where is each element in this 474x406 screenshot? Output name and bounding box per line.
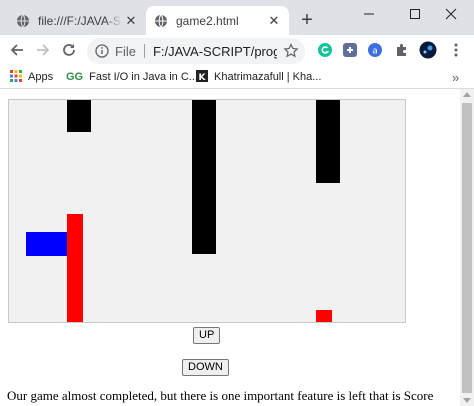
grammarly-icon[interactable] bbox=[316, 41, 334, 59]
puzzle-ext-icon[interactable] bbox=[341, 41, 359, 59]
svg-text:a: a bbox=[372, 47, 378, 57]
menu-kebab-icon[interactable] bbox=[447, 41, 465, 59]
game-canvas bbox=[8, 99, 406, 323]
star-icon[interactable] bbox=[283, 43, 299, 59]
bookmarks-overflow-icon[interactable]: » bbox=[452, 69, 459, 85]
bookmark-fast-io[interactable]: GG Fast I/O in Java in C... bbox=[66, 69, 198, 85]
scheme-label: File bbox=[115, 43, 136, 59]
obstacle-top-3 bbox=[316, 100, 340, 183]
apps-grid-icon bbox=[10, 69, 22, 85]
k-icon: K bbox=[196, 69, 208, 85]
obstacle-top-2 bbox=[192, 100, 216, 254]
close-tab-icon[interactable]: ✕ bbox=[122, 12, 140, 30]
plus-icon[interactable]: + bbox=[296, 10, 318, 32]
bookmark-apps[interactable]: Apps bbox=[10, 69, 53, 85]
tab-file-explorer[interactable]: file:///F:/JAVA-SCRIPT/ ✕ bbox=[8, 6, 146, 35]
bookmark-label: Khatrimazafull | Kha... bbox=[214, 71, 322, 83]
reload-icon[interactable] bbox=[58, 39, 80, 61]
scroll-down-arrow-icon[interactable] bbox=[463, 398, 471, 403]
back-arrow-icon[interactable] bbox=[6, 39, 28, 61]
minimize-icon[interactable] bbox=[346, 0, 392, 28]
bookmark-label: Apps bbox=[28, 71, 54, 83]
forward-arrow-icon[interactable] bbox=[32, 39, 54, 61]
tab-title: game2.html bbox=[176, 13, 239, 28]
close-icon[interactable] bbox=[428, 0, 474, 28]
puzzle-icon[interactable] bbox=[393, 41, 411, 59]
tab-strip: file:///F:/JAVA-SCRIPT/ ✕ game2.html ✕ + bbox=[0, 0, 474, 35]
player-block bbox=[26, 232, 67, 256]
info-icon[interactable] bbox=[95, 44, 109, 58]
obstacle-bottom-3 bbox=[316, 310, 332, 322]
vertical-scrollbar[interactable] bbox=[460, 89, 474, 406]
close-tab-icon[interactable]: ✕ bbox=[265, 12, 283, 30]
svg-text:K: K bbox=[199, 73, 207, 82]
obstacle-top-1 bbox=[67, 100, 91, 132]
page-paragraph: Our game almost completed, but there is … bbox=[7, 388, 434, 403]
tab-title: file:///F:/JAVA-SCRIPT/ bbox=[38, 13, 122, 28]
gfg-icon: GG bbox=[66, 71, 84, 83]
separator bbox=[143, 44, 145, 58]
scrollbar-thumb[interactable] bbox=[462, 103, 472, 393]
bookmark-khatrimazafull[interactable]: K Khatrimazafull | Kha... bbox=[196, 69, 321, 85]
globe-icon bbox=[16, 14, 30, 28]
scroll-up-arrow-icon[interactable] bbox=[463, 92, 471, 97]
down-button[interactable]: DOWN bbox=[182, 359, 229, 376]
tab-game2[interactable]: game2.html ✕ bbox=[146, 6, 289, 35]
address-bar[interactable]: File F:/JAVA-SCRIPT/progr... bbox=[87, 38, 305, 64]
browser-toolbar: File F:/JAVA-SCRIPT/progr... a bbox=[0, 35, 474, 65]
bookmarks-bar: Apps GG Fast I/O in Java in C... K Khatr… bbox=[0, 65, 474, 89]
page-content: UP DOWN Our game almost completed, but t… bbox=[0, 89, 474, 406]
up-button[interactable]: UP bbox=[193, 327, 221, 344]
globe-icon bbox=[154, 14, 168, 28]
bookmark-label: Fast I/O in Java in C... bbox=[89, 71, 198, 83]
url-text[interactable]: F:/JAVA-SCRIPT/progr... bbox=[153, 44, 277, 59]
profile-avatar[interactable] bbox=[419, 41, 437, 59]
circle-a-icon[interactable]: a bbox=[366, 41, 384, 59]
obstacle-bottom-1 bbox=[67, 214, 83, 322]
